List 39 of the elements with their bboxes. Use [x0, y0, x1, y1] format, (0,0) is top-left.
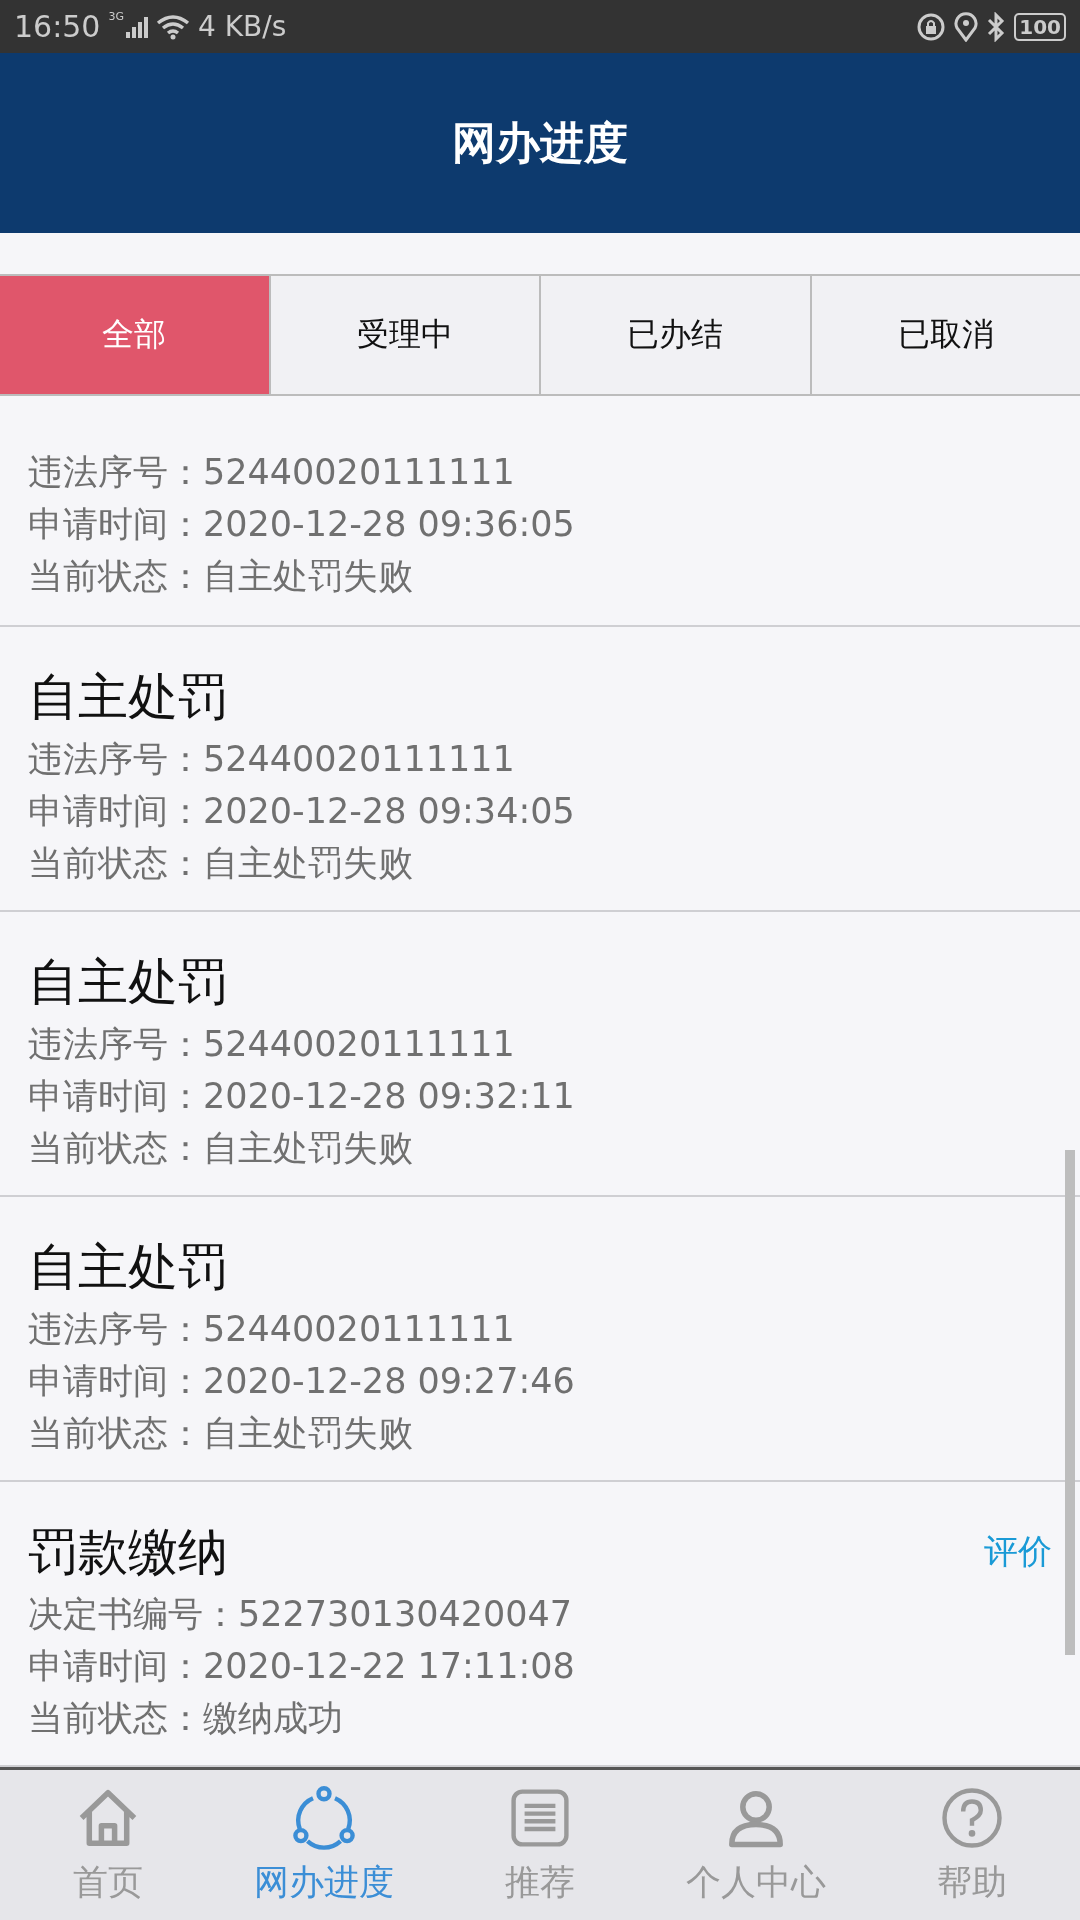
record-detail: 违法序号：52440020111111 — [28, 1023, 516, 1066]
network-type: 3G — [108, 10, 124, 23]
nav-tab[interactable]: 网办进度 — [216, 1770, 432, 1920]
record-title: 自主处罚 — [28, 1236, 228, 1298]
filter-tab[interactable]: 已办结 — [539, 276, 810, 394]
record-title: 自主处罚 — [28, 666, 228, 728]
bluetooth-icon — [986, 11, 1007, 42]
signal-icon — [126, 15, 148, 38]
record-detail: 决定书编号：522730130420047 — [28, 1593, 574, 1636]
record-title: 自主处罚 — [28, 951, 228, 1013]
scrollbar[interactable] — [1065, 1150, 1075, 1655]
filter-tab[interactable]: 受理中 — [268, 276, 539, 394]
network-speed: 4 KB/s — [198, 10, 287, 43]
record-detail: 申请时间：2020-12-28 09:32:11 — [28, 1075, 576, 1118]
filter-tab[interactable]: 已取消 — [809, 276, 1080, 394]
record-item[interactable]: 自主处罚 违法序号：52440020111111 申请时间：2020-12-28 09:34:05 当前状态：自主处罚失败 — [0, 627, 1080, 912]
record-detail: 违法序号：52440020111111 — [28, 451, 516, 494]
record-detail: 当前状态：自主处罚失败 — [28, 1127, 414, 1170]
record-title: 罚款缴纳 — [28, 1521, 228, 1583]
record-item[interactable]: 违法序号：52440020111111 申请时间：2020-12-28 09:36:05 当前状态：自主处罚失败 — [0, 396, 1080, 627]
record-detail: 申请时间：2020-12-28 09:27:46 — [28, 1360, 576, 1403]
cycle-icon — [291, 1784, 357, 1851]
record-detail: 申请时间：2020-12-28 09:34:05 — [28, 790, 576, 833]
rotation-lock-icon — [916, 11, 947, 42]
record-detail: 违法序号：52440020111111 — [28, 1308, 516, 1351]
page-title: 网办进度 — [452, 115, 628, 170]
record-detail: 申请时间：2020-12-28 09:36:05 — [28, 503, 576, 546]
battery-indicator: 100 — [1014, 12, 1066, 41]
filter-tab[interactable]: 全部 — [0, 276, 269, 394]
location-icon — [954, 11, 979, 42]
record-detail: 违法序号：52440020111111 — [28, 738, 516, 781]
record-detail: 当前状态：自主处罚失败 — [28, 1412, 414, 1455]
rate-link[interactable]: 评价 — [984, 1529, 1052, 1575]
record-detail: 申请时间：2020-12-22 17:11:08 — [28, 1645, 576, 1688]
clock-time: 16:50 — [14, 9, 101, 44]
record-detail: 当前状态：缴纳成功 — [28, 1697, 344, 1740]
wifi-icon — [156, 13, 190, 40]
record-detail: 当前状态：自主处罚失败 — [28, 555, 414, 598]
record-detail: 当前状态：自主处罚失败 — [28, 842, 414, 885]
